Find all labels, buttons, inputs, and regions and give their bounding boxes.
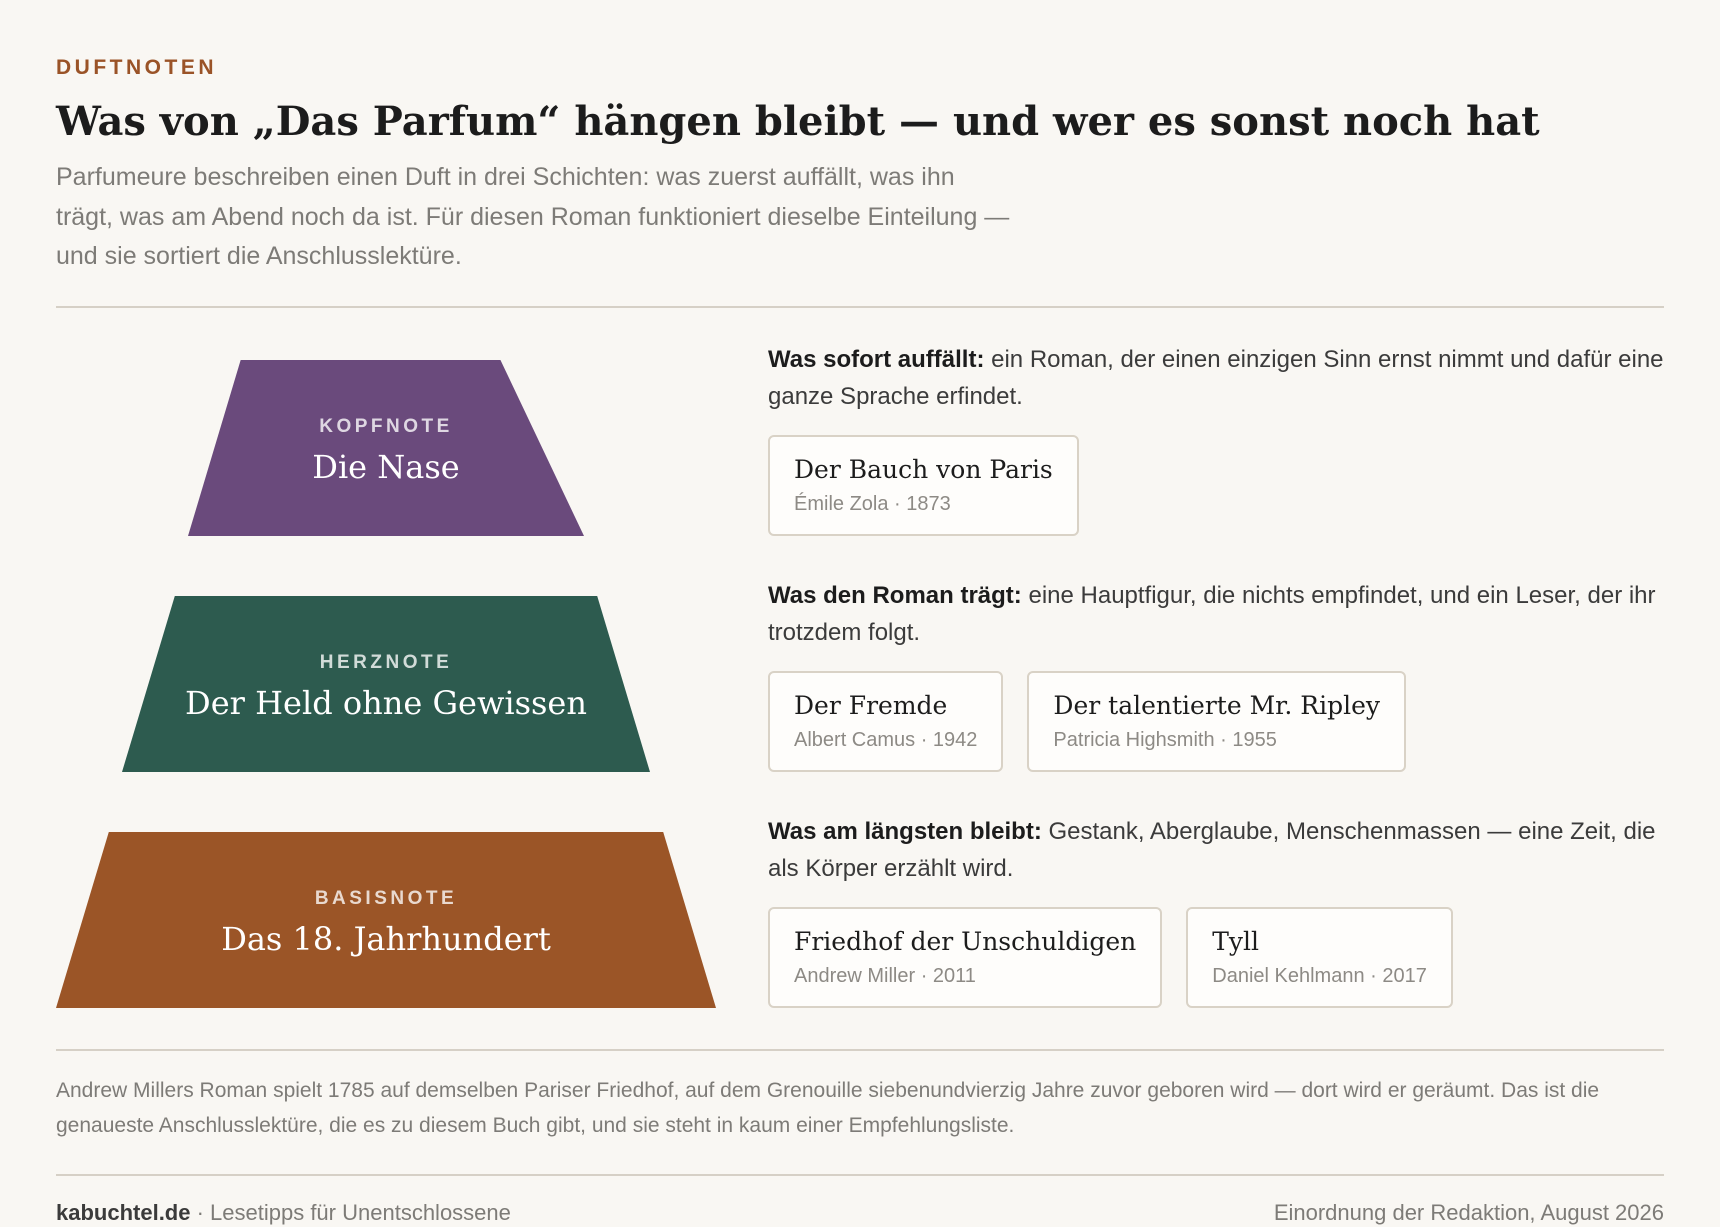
book-title: Friedhof der Unschuldigen bbox=[794, 927, 1137, 956]
site-tagline: · Lesetipps für Unentschlossene bbox=[190, 1200, 511, 1225]
pyramid-layer-middle: HERZNOTE Der Held ohne Gewissen bbox=[122, 596, 650, 772]
book-cards: Der Fremde Albert Camus · 1942 Der talen… bbox=[768, 671, 1668, 772]
note-row-top: Was sofort auffällt: ein Roman, der eine… bbox=[768, 342, 1668, 536]
layer-kicker: KOPFNOTE bbox=[319, 416, 453, 437]
book-author-year: Émile Zola · 1873 bbox=[794, 493, 951, 515]
divider-middle bbox=[56, 1049, 1664, 1051]
book-cards: Der Bauch von Paris Émile Zola · 1873 bbox=[768, 435, 1668, 536]
book-author-year: Andrew Miller · 2011 bbox=[794, 965, 976, 987]
book-card[interactable]: Friedhof der Unschuldigen Andrew Miller … bbox=[768, 907, 1163, 1008]
book-title: Der Bauch von Paris bbox=[794, 455, 1053, 484]
book-card[interactable]: Tyll Daniel Kehlmann · 2017 bbox=[1186, 907, 1453, 1008]
site-link[interactable]: kabuchtel.de bbox=[56, 1200, 190, 1225]
page-title: Was von „Das Parfum“ hängen bleibt — und… bbox=[56, 98, 1540, 145]
row-lead: Was am längsten bleibt: bbox=[768, 818, 1042, 845]
row-lead: Was sofort auffällt: bbox=[768, 346, 985, 373]
book-cards: Friedhof der Unschuldigen Andrew Miller … bbox=[768, 907, 1668, 1008]
row-description: Was sofort auffällt: ein Roman, der eine… bbox=[768, 342, 1668, 415]
book-title: Tyll bbox=[1212, 927, 1260, 956]
layer-kicker: BASISNOTE bbox=[314, 888, 458, 909]
book-author-year: Patricia Highsmith · 1955 bbox=[1053, 729, 1277, 751]
divider-top bbox=[56, 306, 1664, 308]
layer-name: Der Held ohne Gewissen bbox=[185, 684, 587, 722]
book-author-year: Albert Camus · 1942 bbox=[794, 729, 978, 751]
infographic-page: DUFTNOTEN Was von „Das Parfum“ hängen bl… bbox=[0, 0, 1720, 1227]
footnote-text: Andrew Millers Roman spielt 1785 auf dem… bbox=[56, 1079, 1600, 1137]
layer-name: Die Nase bbox=[312, 448, 460, 486]
book-author-year: Daniel Kehlmann · 2017 bbox=[1212, 965, 1427, 987]
footer-credit: Einordnung der Redaktion, August 2026 bbox=[1273, 1200, 1664, 1225]
eyebrow: DUFTNOTEN bbox=[56, 56, 217, 79]
footer-source: kabuchtel.de · Lesetipps für Unentschlos… bbox=[56, 1200, 511, 1226]
book-card[interactable]: Der talentierte Mr. Ripley Patricia High… bbox=[1027, 671, 1407, 772]
pyramid-layer-base: BASISNOTE Das 18. Jahrhundert bbox=[56, 832, 716, 1008]
layer-kicker: HERZNOTE bbox=[319, 652, 453, 673]
row-lead: Was den Roman trägt: bbox=[768, 582, 1022, 609]
layer-name: Das 18. Jahrhundert bbox=[221, 920, 551, 958]
row-description: Was den Roman trägt: eine Hauptfigur, di… bbox=[768, 578, 1668, 651]
intro-text: Parfumeure beschreiben einen Duft in dre… bbox=[56, 163, 1010, 270]
row-description: Was am längsten bleibt: Gestank, Abergla… bbox=[768, 814, 1668, 887]
book-card[interactable]: Der Fremde Albert Camus · 1942 bbox=[768, 671, 1004, 772]
divider-bottom bbox=[56, 1174, 1664, 1176]
book-card[interactable]: Der Bauch von Paris Émile Zola · 1873 bbox=[768, 435, 1079, 536]
book-title: Der talentierte Mr. Ripley bbox=[1053, 691, 1381, 720]
pyramid-layer-top: KOPFNOTE Die Nase bbox=[188, 360, 584, 536]
book-title: Der Fremde bbox=[794, 691, 948, 720]
note-row-middle: Was den Roman trägt: eine Hauptfigur, di… bbox=[768, 578, 1668, 772]
note-row-base: Was am längsten bleibt: Gestank, Abergla… bbox=[768, 814, 1668, 1008]
